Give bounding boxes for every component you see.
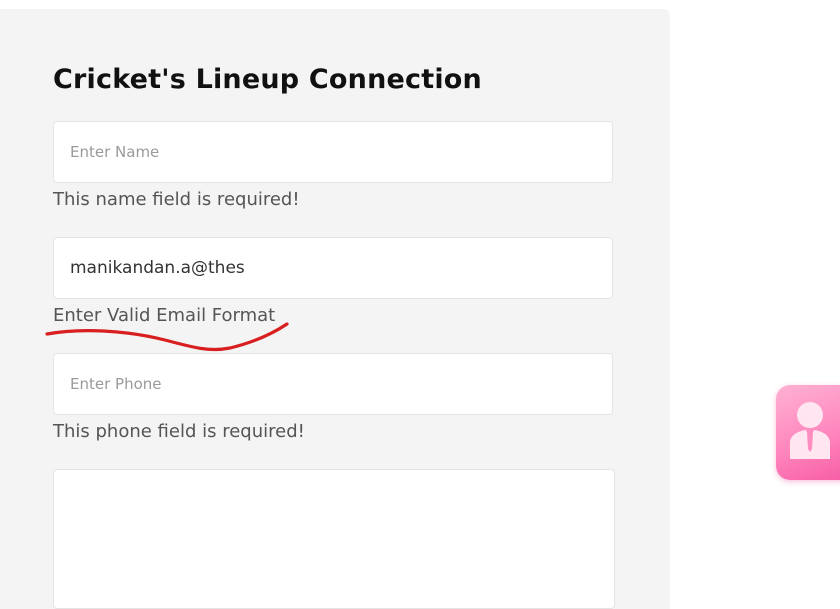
phone-input[interactable] xyxy=(53,353,613,415)
name-error-message: This name field is required! xyxy=(53,189,300,210)
email-error-message: Enter Valid Email Format xyxy=(53,305,276,326)
user-support-icon xyxy=(790,402,830,459)
name-input[interactable] xyxy=(53,121,613,183)
phone-error-message: This phone field is required! xyxy=(53,421,305,442)
chat-support-widget[interactable] xyxy=(776,385,840,480)
email-input[interactable] xyxy=(53,237,613,299)
message-textarea[interactable] xyxy=(53,469,615,609)
form-title: Cricket's Lineup Connection xyxy=(53,64,482,95)
